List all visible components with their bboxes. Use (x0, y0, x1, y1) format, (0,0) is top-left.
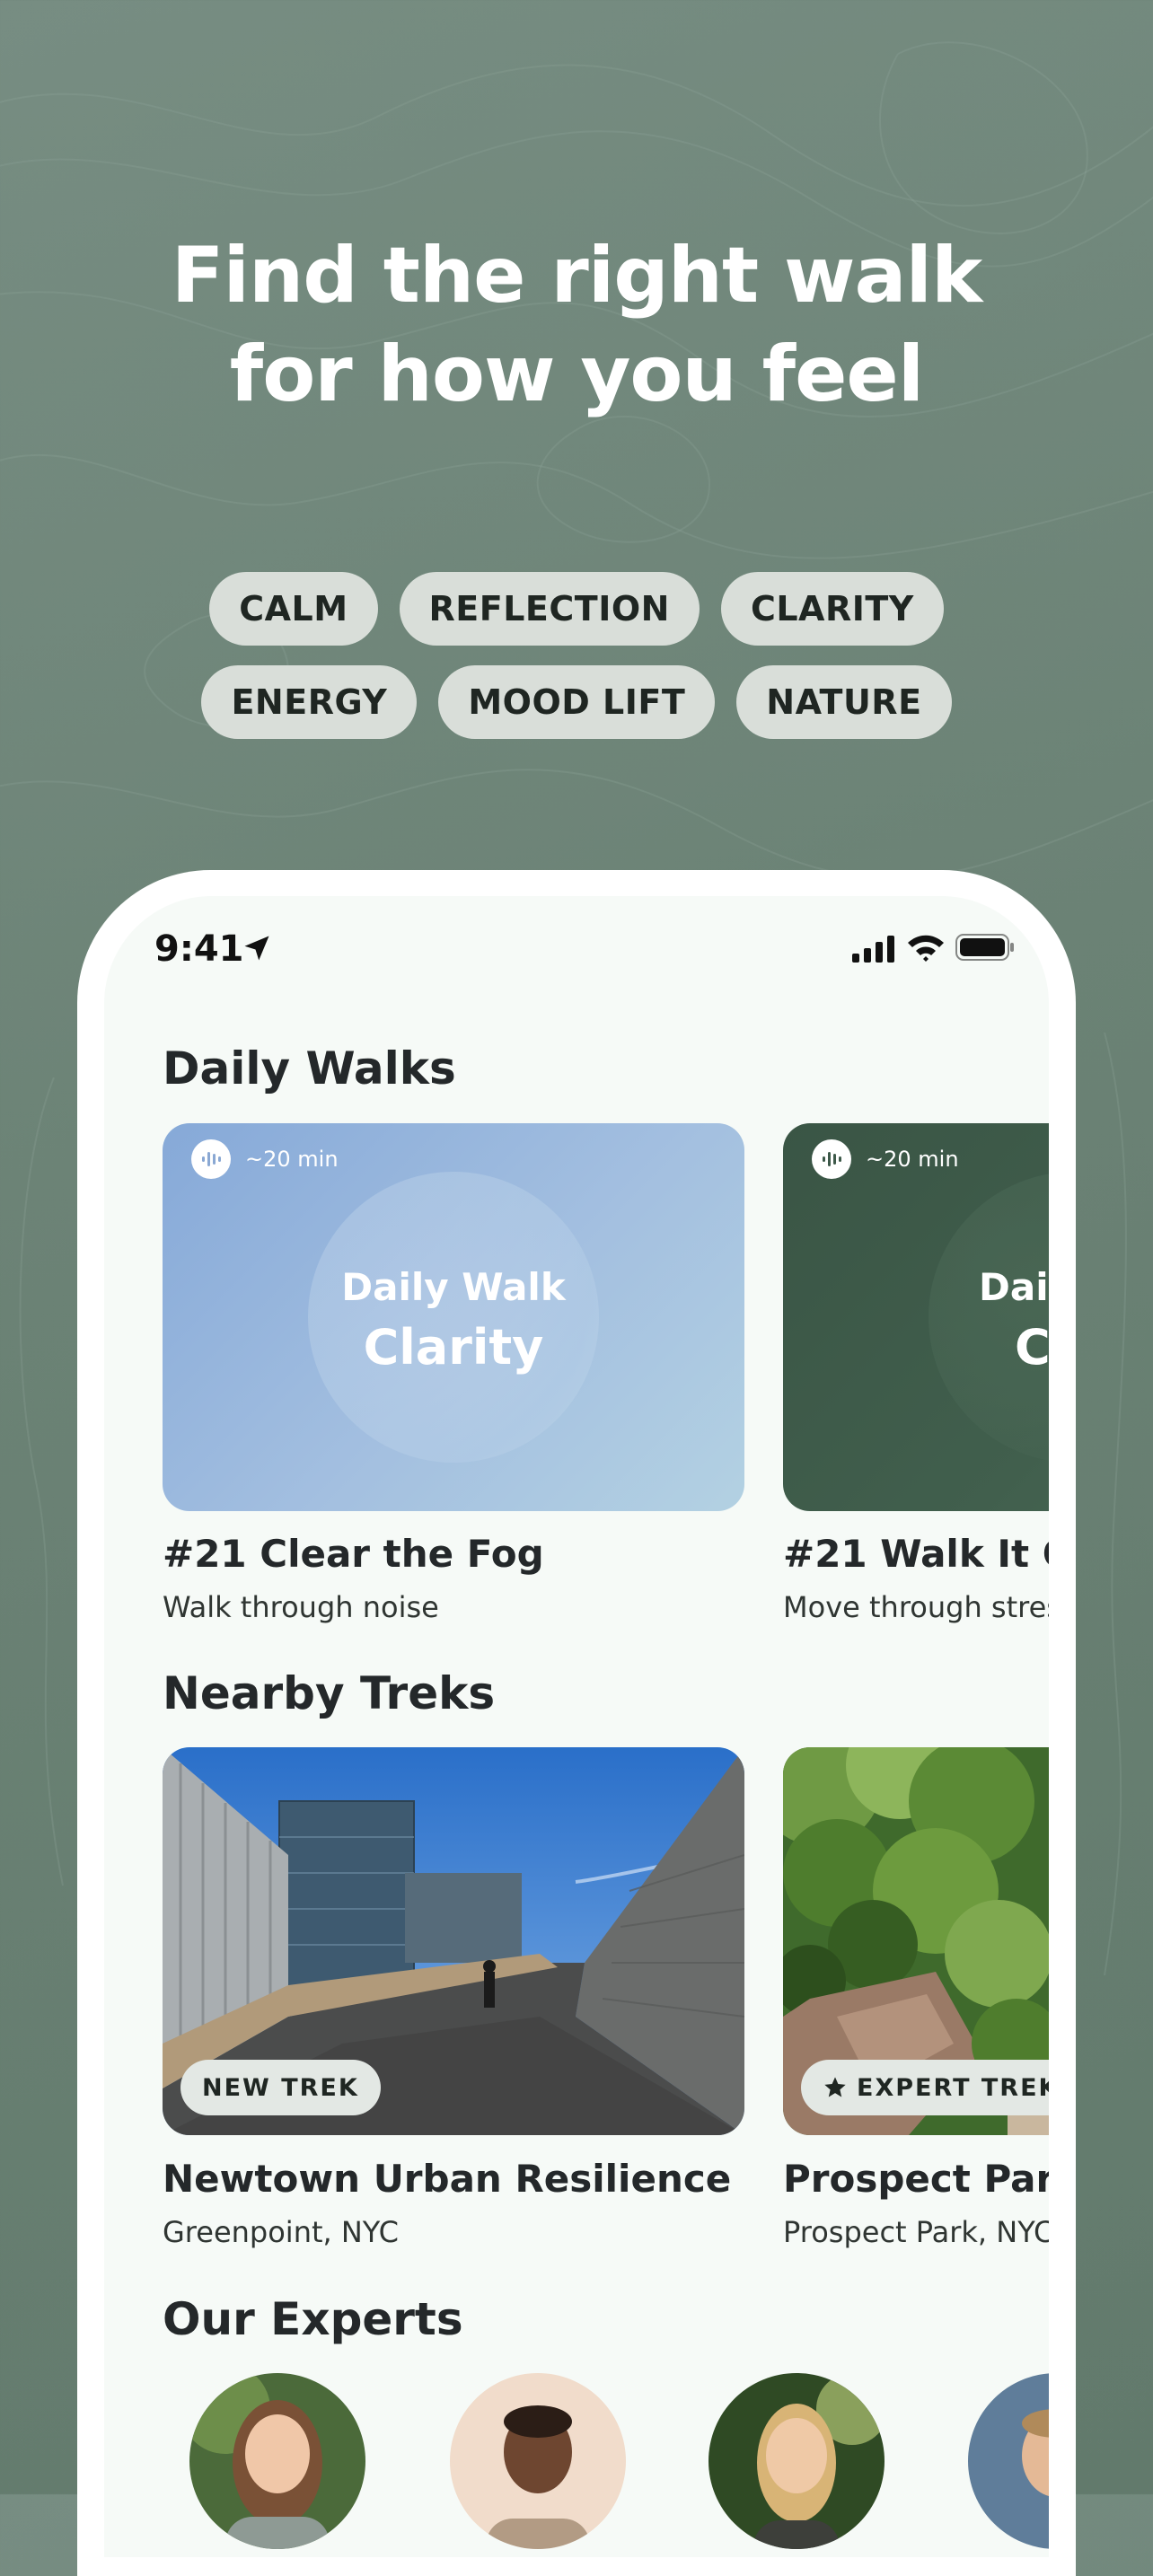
mood-chips-row-1: CALM REFLECTION CLARITY (0, 572, 1153, 646)
duration-text: ~20 min (866, 1147, 959, 1172)
expert-avatar[interactable] (450, 2373, 626, 2549)
audio-wave-icon (812, 1139, 851, 1179)
star-icon (824, 2077, 846, 2097)
daily-walk-card-clarity[interactable]: ~20 min Daily Walk Clarity (163, 1123, 744, 1511)
badge-label: NEW TREK (202, 2073, 359, 2102)
our-experts-title: Our Experts (163, 2293, 463, 2345)
trek-title[interactable]: Newtown Urban Resilience (163, 2157, 731, 2201)
mood-chip-mood-lift[interactable]: MOOD LIFT (438, 665, 716, 739)
trek-location: Prospect Park, NYC (783, 2215, 1049, 2249)
card-kicker: Dail (979, 1265, 1049, 1309)
daily-walk-subtitle: Walk through noise (163, 1590, 439, 1624)
duration-tag: ~20 min (812, 1139, 959, 1179)
card-kicker: Daily Walk (341, 1265, 566, 1309)
trek-card-prospect-park[interactable]: EXPERT TREK (783, 1747, 1049, 2135)
mood-chips-row-2: ENERGY MOOD LIFT NATURE (0, 665, 1153, 739)
duration-text: ~20 min (245, 1147, 339, 1172)
daily-walk-title[interactable]: #21 Walk It Of (783, 1532, 1049, 1576)
hero-line-2: for how you feel (229, 330, 924, 419)
daily-walk-card-2[interactable]: ~20 min Dail C (783, 1123, 1049, 1511)
mood-chip-nature[interactable]: NATURE (736, 665, 952, 739)
mood-chip-clarity[interactable]: CLARITY (720, 572, 944, 646)
hero-heading: Find the right walk for how you feel (0, 226, 1153, 424)
mood-chip-reflection[interactable]: REFLECTION (399, 572, 700, 646)
phone-screen: 9:41 Daily Walks ~20 min Daily Walk Clar… (104, 896, 1049, 2557)
wifi-icon (908, 935, 944, 962)
card-orb (929, 1172, 1049, 1463)
status-time: 9:41 (154, 928, 244, 970)
mood-chip-calm[interactable]: CALM (209, 572, 378, 646)
expert-avatar[interactable] (968, 2373, 1049, 2549)
cellular-signal-icon (852, 936, 894, 963)
status-bar: 9:41 (104, 923, 1049, 995)
daily-walk-title[interactable]: #21 Clear the Fog (163, 1532, 544, 1576)
card-theme: C (1015, 1319, 1049, 1376)
trek-title[interactable]: Prospect Park (783, 2157, 1049, 2201)
hero-line-1: Find the right walk (171, 231, 982, 321)
battery-icon (955, 934, 1014, 961)
location-arrow-icon (244, 936, 269, 961)
audio-wave-icon (191, 1139, 231, 1179)
trek-badge: NEW TREK (180, 2060, 381, 2115)
duration-tag: ~20 min (191, 1139, 339, 1179)
daily-walk-subtitle: Move through stres (783, 1590, 1049, 1624)
expert-avatar[interactable] (189, 2373, 365, 2549)
expert-avatar[interactable] (709, 2373, 885, 2549)
trek-location: Greenpoint, NYC (163, 2215, 399, 2249)
nearby-treks-title: Nearby Treks (163, 1667, 496, 1719)
mood-chip-energy[interactable]: ENERGY (201, 665, 418, 739)
trek-badge: EXPERT TREK (801, 2060, 1049, 2115)
badge-label: EXPERT TREK (857, 2073, 1049, 2102)
trek-card-newtown[interactable]: NEW TREK (163, 1747, 744, 2135)
card-orb (308, 1172, 599, 1463)
card-theme: Clarity (363, 1319, 544, 1376)
daily-walks-title: Daily Walks (163, 1042, 456, 1095)
